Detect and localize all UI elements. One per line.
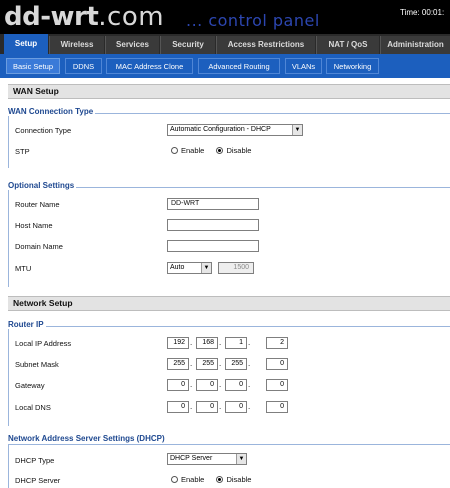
tab-wireless[interactable]: Wireless [49,36,104,54]
stp-enable-radio[interactable] [171,147,178,154]
ip-separator: . [190,380,193,389]
main-content: WAN Setup WAN Connection Type Connection… [0,78,450,488]
logo-main: dd-wrt [4,2,99,32]
mtu-label: MTU [15,264,32,273]
subtab-ddns[interactable]: DDNS [65,58,102,74]
time-display: Time: 00:01: [400,8,445,17]
host-name-input[interactable] [167,219,259,231]
stp-enable-label: Enable [181,146,205,155]
dns-octet-4[interactable]: 0 [266,401,288,413]
wan-connection-legend: WAN Connection Type [8,107,96,116]
subtab-vlans[interactable]: VLANs [285,58,322,74]
router-ip-legend: Router IP [8,320,46,329]
control-panel-title: ... control panel [186,11,320,30]
dhcp-enable-radio[interactable] [171,476,178,483]
local-ip-octet-2[interactable]: 168 [196,337,218,349]
ip-separator: . [248,402,251,411]
mtu-select[interactable]: Auto ▼ [167,262,212,274]
tab-services[interactable]: Services [105,36,159,54]
chevron-down-icon: ▼ [201,263,211,273]
router-name-input[interactable]: DD-WRT [167,198,259,210]
connection-type-value: Automatic Configuration - DHCP [170,126,271,133]
local-ip-label: Local IP Address [15,339,72,348]
wan-connection-fieldset [8,113,450,168]
dhcp-type-label: DHCP Type [15,456,55,465]
router-name-label: Router Name [15,200,60,209]
dhcp-server-radio-group: Enable Disable [171,475,261,484]
dns-octet-2[interactable]: 0 [196,401,218,413]
subtab-networking[interactable]: Networking [326,58,379,74]
dhcp-disable-label: Disable [226,475,252,484]
dhcp-legend: Network Address Server Settings (DHCP) [8,434,167,443]
subnet-octet-4[interactable]: 0 [266,358,288,370]
dhcp-server-label: DHCP Server [15,476,61,485]
tab-security[interactable]: Security [160,36,215,54]
subnet-octet-1[interactable]: 255 [167,358,189,370]
gateway-label: Gateway [15,381,45,390]
mtu-value-input: 1500 [218,262,254,274]
dhcp-type-value: DHCP Server [170,455,213,462]
subnet-octet-2[interactable]: 255 [196,358,218,370]
dhcp-enable-label: Enable [181,475,205,484]
network-setup-title: Network Setup [8,296,450,311]
ip-separator: . [219,359,222,368]
tab-nat-qos[interactable]: NAT / QoS [316,36,379,54]
dns-octet-1[interactable]: 0 [167,401,189,413]
dns-octet-3[interactable]: 0 [225,401,247,413]
header-banner: dd-wrt.com ... control panel Time: 00:01… [0,0,450,34]
ddwrt-logo: dd-wrt.com [4,2,164,32]
ip-separator: . [248,359,251,368]
domain-name-input[interactable] [167,240,259,252]
tab-administration[interactable]: Administration [380,36,450,54]
gateway-octet-4[interactable]: 0 [266,379,288,391]
subtab-mac-address-clone[interactable]: MAC Address Clone [106,58,193,74]
subnet-mask-label: Subnet Mask [15,360,59,369]
domain-name-label: Domain Name [15,242,63,251]
gateway-octet-1[interactable]: 0 [167,379,189,391]
local-ip-octet-1[interactable]: 192 [167,337,189,349]
subtab-basic-setup[interactable]: Basic Setup [6,58,60,74]
chevron-down-icon: ▼ [236,454,246,464]
wan-setup-title: WAN Setup [8,84,450,99]
sub-tabs: Basic Setup DDNS MAC Address Clone Advan… [0,54,450,78]
local-dns-label: Local DNS [15,403,51,412]
ip-separator: . [248,380,251,389]
dhcp-disable-radio[interactable] [216,476,224,483]
main-tabs: Setup Wireless Services Security Access … [0,34,450,54]
ip-separator: . [190,359,193,368]
ip-separator: . [190,402,193,411]
ip-separator: . [219,380,222,389]
stp-radio-group: Enable Disable [171,146,261,155]
tab-setup[interactable]: Setup [4,34,48,54]
host-name-label: Host Name [15,221,53,230]
ip-separator: . [190,338,193,347]
gateway-octet-3[interactable]: 0 [225,379,247,391]
local-ip-octet-3[interactable]: 1 [225,337,247,349]
ip-separator: . [248,338,251,347]
connection-type-label: Connection Type [15,126,72,135]
stp-disable-radio[interactable] [216,147,224,154]
subnet-octet-3[interactable]: 255 [225,358,247,370]
connection-type-select[interactable]: Automatic Configuration - DHCP ▼ [167,124,303,136]
tab-access-restrictions[interactable]: Access Restrictions [216,36,315,54]
stp-label: STP [15,147,30,156]
stp-disable-label: Disable [226,146,252,155]
ip-separator: . [219,402,222,411]
gateway-octet-2[interactable]: 0 [196,379,218,391]
subtab-advanced-routing[interactable]: Advanced Routing [198,58,280,74]
optional-settings-legend: Optional Settings [8,181,77,190]
chevron-down-icon: ▼ [292,125,302,135]
local-ip-octet-4[interactable]: 2 [266,337,288,349]
dhcp-type-select[interactable]: DHCP Server ▼ [167,453,247,465]
mtu-mode-value: Auto [170,264,185,271]
ip-separator: . [219,338,222,347]
logo-suffix: .com [98,2,165,32]
